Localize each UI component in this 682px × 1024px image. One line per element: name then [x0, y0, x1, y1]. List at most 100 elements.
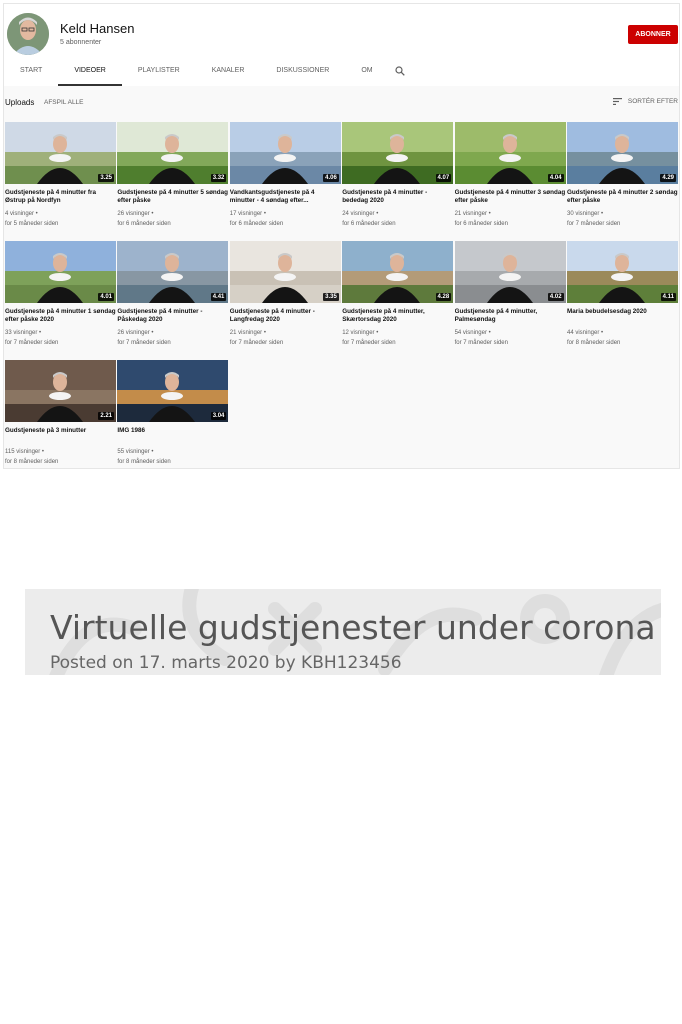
video-card[interactable]: 3.32 Gudstjeneste på 4 minutter 5 søndag …	[117, 122, 229, 229]
video-thumbnail[interactable]: 4.01	[5, 241, 116, 303]
video-card[interactable]: 4.28 Gudstjeneste på 4 minutter, Skærtors…	[342, 241, 454, 348]
video-meta: 26 visninger • for 6 måneder siden	[117, 209, 228, 229]
video-thumbnail[interactable]: 3.35	[229, 241, 341, 303]
uploads-header: Uploads AFSPIL ALLE SORTÉR EFTER	[5, 96, 678, 110]
video-title[interactable]: Gudstjeneste på 4 minutter 3 søndag efte…	[455, 189, 566, 205]
uploads-title: Uploads	[5, 98, 35, 107]
video-title[interactable]: Gudstjeneste på 4 minutter, Palmesøndag	[455, 308, 566, 324]
video-age: for 5 måneder siden	[5, 221, 59, 227]
video-views: 30 visninger	[567, 211, 600, 217]
video-meta: 44 visninger • for 8 måneder siden	[567, 328, 678, 348]
video-title[interactable]: Gudstjeneste på 4 minutter 2 søndag efte…	[567, 189, 678, 205]
channel-name[interactable]: Keld Hansen	[60, 21, 134, 36]
video-title[interactable]: Vandkantsgudstjeneste på 4 minutter - 4 …	[230, 189, 341, 205]
video-card[interactable]: 4.29 Gudstjeneste på 4 minutter 2 søndag …	[567, 122, 678, 229]
meta-separator: •	[599, 211, 604, 217]
play-all-button[interactable]: AFSPIL ALLE	[44, 99, 84, 106]
video-thumbnail[interactable]: 2.21	[5, 360, 116, 422]
video-thumbnail[interactable]: 4.41	[117, 241, 229, 303]
video-views: 12 visninger	[342, 330, 375, 336]
video-thumbnail[interactable]: 4.29	[567, 122, 678, 184]
tab-about[interactable]: OM	[345, 62, 388, 86]
video-views: 24 visninger	[342, 211, 375, 217]
video-card[interactable]: 4.01 Gudstjeneste på 4 minutter 1 søndag …	[5, 241, 116, 348]
video-age: for 7 måneder siden	[5, 340, 59, 346]
sort-icon	[612, 98, 622, 105]
post-title[interactable]: Virtuelle gudstjenester under corona	[50, 608, 656, 647]
video-title[interactable]: Maria bebudelsesdag 2020	[567, 308, 678, 324]
subscriber-count: 5 abonnenter	[60, 39, 102, 46]
video-card[interactable]: 4.02 Gudstjeneste på 4 minutter, Palmesøn…	[454, 241, 566, 348]
meta-separator: •	[262, 211, 266, 217]
video-thumbnail[interactable]: 3.04	[117, 360, 229, 422]
video-meta: 55 visninger • for 8 måneder siden	[117, 447, 228, 467]
video-duration: 3.32	[210, 174, 227, 182]
tab-channels[interactable]: KANALER	[196, 62, 261, 86]
video-views: 21 visninger	[454, 211, 487, 217]
tab-videos[interactable]: VIDEOER	[58, 62, 122, 86]
video-card[interactable]: 2.21 Gudstjeneste på 3 minutter 115 visnin…	[5, 360, 116, 467]
video-title[interactable]: Gudstjeneste på 4 minutter - Påskedag 20…	[117, 308, 228, 324]
video-meta: 12 visninger • for 7 måneder siden	[342, 328, 453, 348]
video-age: for 6 måneder siden	[229, 221, 284, 227]
video-meta: 4 visninger • for 5 måneder siden	[5, 209, 116, 229]
video-title[interactable]: Gudstjeneste på 4 minutter - Langfredag …	[230, 308, 341, 324]
video-thumbnail[interactable]: 4.28	[342, 241, 454, 303]
video-title[interactable]: Gudstjeneste på 3 minutter	[5, 427, 116, 443]
video-views: 26 visninger	[117, 211, 150, 217]
video-title[interactable]: Gudstjeneste på 4 minutter fra Østrup på…	[5, 189, 116, 205]
video-card[interactable]: 3.35 Gudstjeneste på 4 minutter - Langfre…	[229, 241, 341, 348]
meta-separator: •	[262, 330, 266, 336]
video-meta: 33 visninger • for 7 måneder siden	[5, 328, 116, 348]
video-age: for 6 måneder siden	[117, 221, 171, 227]
video-duration: 4.28	[435, 293, 452, 301]
subscribe-button[interactable]: ABONNER	[628, 25, 678, 44]
meta-separator: •	[40, 449, 45, 455]
video-card[interactable]: 4.06 Vandkantsgudstjeneste på 4 minutter …	[229, 122, 341, 229]
video-meta: 115 visninger • for 8 måneder siden	[5, 447, 116, 467]
post-meta: Posted on 17. marts 2020 by KBH123456	[50, 653, 402, 673]
search-icon[interactable]	[394, 62, 409, 84]
video-meta: 21 visninger • for 6 måneder siden	[455, 209, 566, 229]
video-thumbnail[interactable]: 4.02	[454, 241, 566, 303]
video-age: for 7 måneder siden	[117, 340, 171, 346]
video-card[interactable]: 4.04 Gudstjeneste på 4 minutter 3 søndag …	[454, 122, 566, 229]
video-views: 55 visninger	[117, 449, 150, 455]
video-card[interactable]: 4.07 Gudstjeneste på 4 minutter - bededag…	[342, 122, 454, 229]
video-title[interactable]: Gudstjeneste på 4 minutter 1 søndag efte…	[5, 308, 116, 324]
video-views: 33 visninger	[5, 330, 38, 336]
video-meta: 26 visninger • for 7 måneder siden	[117, 328, 228, 348]
video-duration: 4.07	[435, 174, 452, 182]
channel-avatar[interactable]	[7, 13, 49, 55]
meta-separator: •	[486, 330, 491, 336]
video-card[interactable]: 4.11 Maria bebudelsesdag 2020 44 visninger…	[567, 241, 678, 348]
video-duration: 4.06	[323, 174, 339, 182]
video-age: for 6 måneder siden	[342, 221, 396, 227]
tab-discussions[interactable]: DISKUSSIONER	[260, 62, 345, 86]
video-thumbnail[interactable]: 4.11	[567, 241, 678, 303]
video-thumbnail[interactable]: 3.32	[117, 122, 229, 184]
video-card[interactable]: 3.04 IMG 1986 55 visninger • for 8 måneder …	[117, 360, 229, 467]
video-title[interactable]: Gudstjeneste på 4 minutter, Skærtorsdag …	[342, 308, 453, 324]
video-thumbnail[interactable]: 4.07	[342, 122, 454, 184]
sort-button[interactable]: SORTÉR EFTER	[612, 98, 678, 105]
video-title[interactable]: IMG 1986	[117, 427, 228, 443]
video-views: 44 visninger	[567, 330, 600, 336]
video-thumbnail[interactable]: 3.25	[5, 122, 116, 184]
video-views: 17 visninger	[229, 211, 263, 217]
video-meta: 24 visninger • for 6 måneder siden	[342, 209, 453, 229]
meta-separator: •	[374, 330, 379, 336]
video-age: for 8 måneder siden	[567, 340, 621, 346]
video-thumbnail[interactable]: 4.06	[229, 122, 341, 184]
video-title[interactable]: Gudstjeneste på 4 minutter 5 søndag efte…	[117, 189, 228, 205]
video-age: for 8 måneder siden	[117, 459, 171, 465]
video-views: 54 visninger	[454, 330, 487, 336]
video-card[interactable]: 3.25 Gudstjeneste på 4 minutter fra Østru…	[5, 122, 116, 229]
video-title[interactable]: Gudstjeneste på 4 minutter - bededag 202…	[342, 189, 453, 205]
tab-playlists[interactable]: PLAYLISTER	[122, 62, 196, 86]
meta-separator: •	[37, 330, 42, 336]
video-views: 26 visninger	[117, 330, 150, 336]
video-card[interactable]: 4.41 Gudstjeneste på 4 minutter - Påskeda…	[117, 241, 229, 348]
tab-start[interactable]: START	[4, 62, 58, 86]
video-thumbnail[interactable]: 4.04	[454, 122, 566, 184]
